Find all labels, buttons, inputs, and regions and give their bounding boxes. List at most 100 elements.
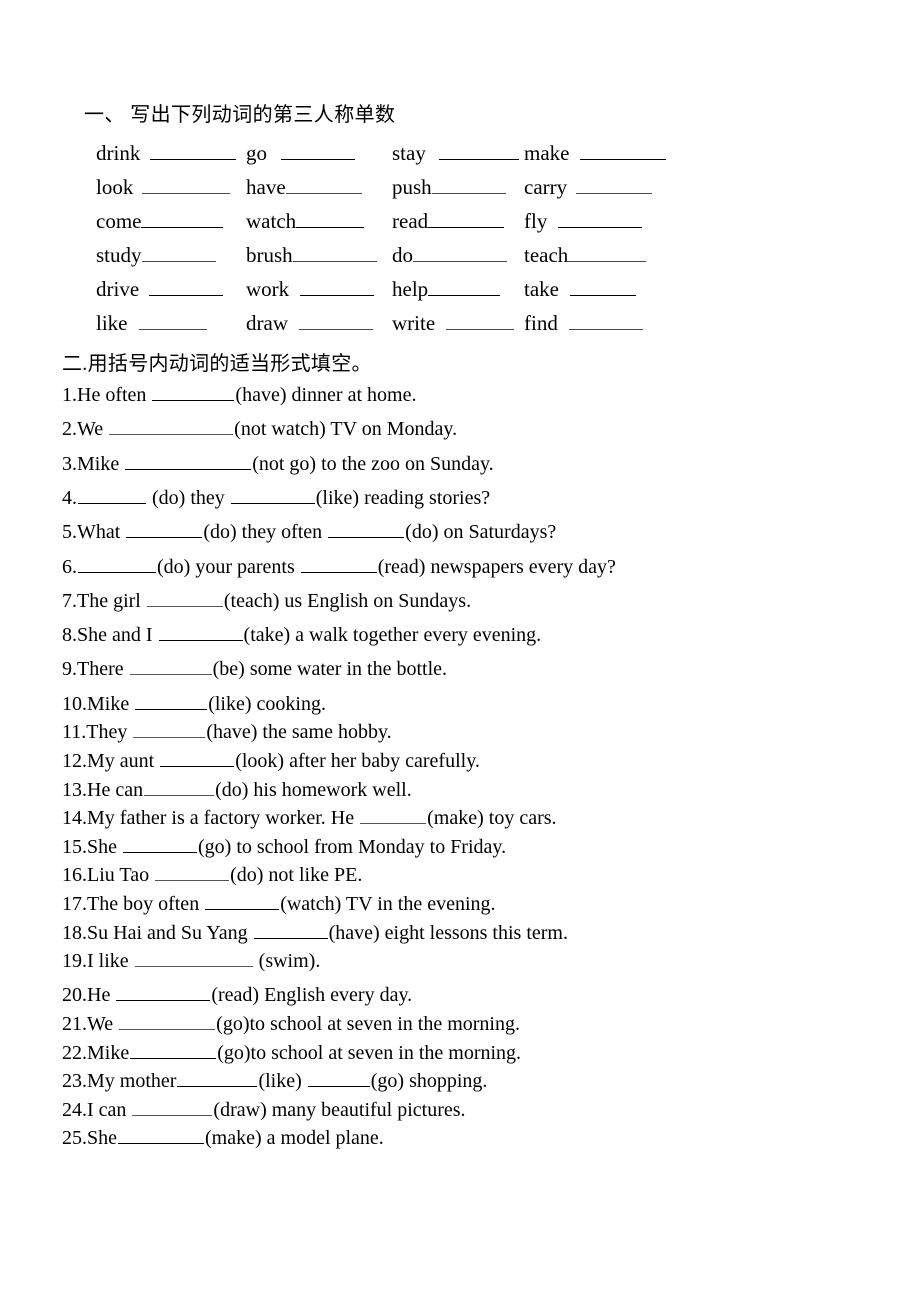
answer-blank[interactable] xyxy=(130,1042,217,1059)
answer-blank[interactable] xyxy=(142,176,231,194)
answer-blank[interactable] xyxy=(328,521,405,539)
question-text: My father is a factory worker. He xyxy=(87,807,360,830)
verb-word: brush xyxy=(246,243,293,267)
verb-table-row: drink go stay make xyxy=(96,139,667,173)
verb-table-row: drive work help take xyxy=(96,275,656,309)
question-text: Liu Tao xyxy=(87,864,155,887)
answer-blank[interactable] xyxy=(135,693,208,710)
answer-blank[interactable] xyxy=(300,278,375,296)
answer-blank[interactable] xyxy=(568,312,643,330)
answer-blank[interactable] xyxy=(146,590,223,607)
answer-blank[interactable] xyxy=(568,244,647,262)
answer-blank[interactable] xyxy=(558,210,643,228)
question-text: (swim). xyxy=(253,950,321,973)
question-number: 6. xyxy=(62,555,77,578)
verb-word: carry xyxy=(524,175,568,199)
verb-entry: look xyxy=(96,173,231,201)
answer-blank[interactable] xyxy=(119,1013,216,1030)
verb-entry: push xyxy=(392,173,506,201)
answer-blank[interactable] xyxy=(78,556,156,573)
answer-blank[interactable] xyxy=(134,950,253,968)
question-number: 9. xyxy=(62,658,77,681)
answer-blank[interactable] xyxy=(141,244,216,262)
answer-blank[interactable] xyxy=(580,142,667,160)
answer-blank[interactable] xyxy=(205,893,280,910)
question-number: 3. xyxy=(62,452,77,475)
answer-blank[interactable] xyxy=(118,1127,204,1145)
answer-blank[interactable] xyxy=(132,1099,213,1116)
answer-blank[interactable] xyxy=(307,1070,370,1088)
question-text: (look) after her baby carefully. xyxy=(235,749,480,772)
answer-blank[interactable] xyxy=(413,244,507,262)
question-text: (watch) TV in the evening. xyxy=(280,892,496,915)
answer-blank[interactable] xyxy=(133,721,206,739)
question-text: (like) xyxy=(258,1070,307,1093)
question-item: 8.She and I (take) a walk together every… xyxy=(62,623,541,647)
answer-blank[interactable] xyxy=(446,312,515,330)
question-item: 13.He can (do) his homework well. xyxy=(62,778,412,802)
answer-blank[interactable] xyxy=(296,210,365,228)
answer-blank[interactable] xyxy=(292,244,377,262)
answer-blank[interactable] xyxy=(576,176,653,194)
answer-blank[interactable] xyxy=(177,1070,258,1088)
answer-blank[interactable] xyxy=(360,807,427,825)
verb-word: make xyxy=(524,141,570,165)
question-text: (go)to school at seven in the morning. xyxy=(217,1041,522,1064)
answer-blank[interactable] xyxy=(123,836,197,853)
answer-blank[interactable] xyxy=(116,984,211,1002)
question-number: 2. xyxy=(62,418,77,441)
question-number: 7. xyxy=(62,589,77,612)
question-number: 23. xyxy=(62,1070,87,1093)
question-text: I like xyxy=(87,950,134,973)
answer-blank[interactable] xyxy=(160,750,235,767)
question-text: (be) some water in the bottle. xyxy=(212,658,448,681)
verb-entry: study xyxy=(96,241,216,269)
answer-blank[interactable] xyxy=(253,922,328,939)
answer-blank[interactable] xyxy=(155,864,230,882)
answer-blank[interactable] xyxy=(149,278,224,296)
question-text: (do) his homework well. xyxy=(215,778,412,801)
answer-blank[interactable] xyxy=(109,418,234,436)
answer-blank[interactable] xyxy=(230,487,315,504)
answer-blank[interactable] xyxy=(144,779,215,796)
answer-blank[interactable] xyxy=(428,278,501,296)
answer-blank[interactable] xyxy=(438,142,519,160)
answer-blank[interactable] xyxy=(281,142,355,160)
verb-entry: help xyxy=(392,275,501,303)
answer-blank[interactable] xyxy=(431,176,506,194)
question-text: He can xyxy=(87,778,144,801)
verb-word: read xyxy=(392,209,429,233)
answer-blank[interactable] xyxy=(78,487,146,504)
question-number: 10. xyxy=(62,692,87,715)
answer-blank[interactable] xyxy=(150,142,237,160)
question-item: 18.Su Hai and Su Yang (have) eight lesso… xyxy=(62,921,568,945)
answer-blank[interactable] xyxy=(125,453,252,470)
verb-word: write xyxy=(392,311,436,335)
question-text: Mike xyxy=(77,452,125,475)
answer-blank[interactable] xyxy=(126,521,203,539)
verb-word: look xyxy=(96,175,134,199)
answer-blank[interactable] xyxy=(141,210,224,228)
answer-blank[interactable] xyxy=(298,312,373,330)
answer-blank[interactable] xyxy=(300,556,377,573)
answer-blank[interactable] xyxy=(152,384,235,401)
question-text: The boy often xyxy=(87,892,205,915)
answer-blank[interactable] xyxy=(158,624,243,642)
answer-blank[interactable] xyxy=(569,278,636,296)
verb-word: come xyxy=(96,209,142,233)
verb-entry: make xyxy=(524,139,667,167)
question-number: 24. xyxy=(62,1098,87,1121)
question-text: (make) a model plane. xyxy=(205,1127,384,1150)
answer-blank[interactable] xyxy=(138,312,207,330)
verb-entry: draw xyxy=(246,309,373,337)
verb-word: help xyxy=(392,277,429,301)
question-item: 24.I can (draw) many beautiful pictures. xyxy=(62,1098,466,1122)
answer-blank[interactable] xyxy=(129,658,212,676)
verb-entry: stay xyxy=(392,139,519,167)
answer-blank[interactable] xyxy=(428,210,505,228)
question-item: 9.There (be) some water in the bottle. xyxy=(62,657,447,681)
answer-blank[interactable] xyxy=(285,176,362,194)
question-text: (do) not like PE. xyxy=(230,864,363,887)
verb-entry: drive xyxy=(96,275,224,303)
verb-word: have xyxy=(246,175,286,199)
